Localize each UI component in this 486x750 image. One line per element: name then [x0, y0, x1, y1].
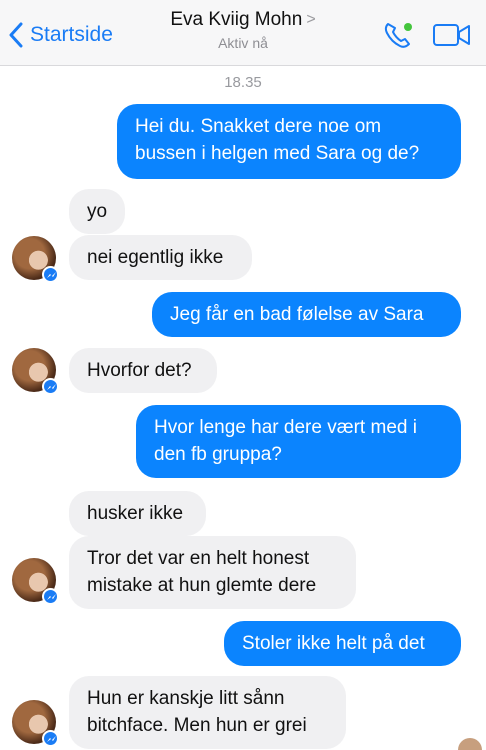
message-line: nei egentlig ikke — [87, 247, 224, 268]
message-line: husker ikke — [87, 503, 184, 524]
message-line: mistake at hun glemte dere — [87, 575, 317, 596]
messenger-icon — [42, 378, 59, 395]
message-line: yo — [87, 201, 108, 222]
message-timestamp: 18.35 — [224, 74, 262, 91]
contact-avatar[interactable] — [12, 700, 59, 747]
contact-avatar[interactable] — [12, 236, 59, 283]
message-bubble-incoming[interactable]: yo — [69, 189, 125, 234]
message-line: bussen i helgen med Sara og de? — [135, 143, 420, 164]
message-line: Hvorfor det? — [87, 360, 192, 381]
contact-avatar[interactable] — [12, 348, 59, 395]
message-bubble-outgoing[interactable]: Hvor lenge har dere vært med i den fb gr… — [136, 405, 461, 478]
seen-avatar — [458, 738, 482, 750]
messenger-icon — [42, 266, 59, 283]
message-line: Stoler ikke helt på det — [242, 633, 425, 654]
video-call-button[interactable] — [432, 22, 472, 48]
contact-title[interactable]: Eva Kviig Mohn > Aktiv nå — [130, 9, 356, 51]
back-button[interactable]: Startside — [8, 20, 113, 50]
contact-status: Aktiv nå — [218, 35, 268, 51]
message-bubble-incoming[interactable]: nei egentlig ikke — [69, 235, 252, 280]
chevron-right-icon: > — [306, 11, 316, 28]
message-line: den fb gruppa? — [154, 444, 282, 465]
messenger-icon — [42, 588, 59, 605]
message-line: Hvor lenge har dere vært med i — [154, 417, 417, 438]
contact-name: Eva Kviig Mohn — [170, 9, 303, 30]
message-bubble-incoming[interactable]: Hun er kanskje litt sånn bitchface. Men … — [69, 676, 346, 749]
message-bubble-incoming[interactable]: Hvorfor det? — [69, 348, 217, 393]
call-button[interactable] — [382, 20, 414, 50]
message-bubble-incoming[interactable]: Tror det var en helt honest mistake at h… — [69, 536, 356, 609]
message-line: Tror det var en helt honest — [87, 548, 310, 569]
contact-avatar[interactable] — [12, 558, 59, 605]
video-camera-icon — [433, 24, 470, 46]
message-line: Hun er kanskje litt sånn — [87, 688, 285, 709]
message-line: Jeg får en bad følelse av Sara — [170, 304, 424, 325]
message-bubble-outgoing[interactable]: Hei du. Snakket dere noe om bussen i hel… — [117, 104, 461, 179]
back-label: Startside — [30, 23, 113, 46]
chat-header: Startside Eva Kviig Mohn > Aktiv nå — [0, 0, 486, 66]
phone-icon — [384, 23, 412, 48]
message-line: bitchface. Men hun er grei — [87, 715, 307, 736]
message-bubble-outgoing[interactable]: Stoler ikke helt på det — [224, 621, 461, 666]
message-bubble-outgoing[interactable]: Jeg får en bad følelse av Sara — [152, 292, 461, 337]
message-line: Hei du. Snakket dere noe om — [135, 116, 382, 137]
messenger-icon — [42, 730, 59, 747]
message-bubble-incoming[interactable]: husker ikke — [69, 491, 206, 536]
chevron-left-icon — [9, 22, 23, 48]
